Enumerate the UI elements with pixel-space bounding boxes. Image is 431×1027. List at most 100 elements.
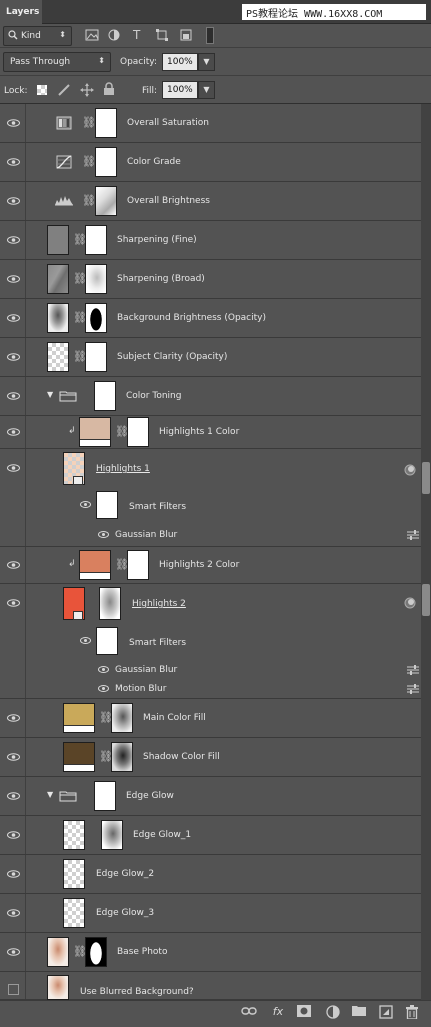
blending-options-icon[interactable] (407, 684, 419, 694)
layer-row[interactable]: Edge Glow_1 (0, 816, 421, 855)
link-chain-icon[interactable]: ⛓ (73, 272, 87, 286)
lock-move-icon[interactable] (80, 83, 94, 97)
layer-row[interactable]: Edge Glow_3 (0, 894, 421, 933)
layer-mask-thumbnail[interactable] (95, 108, 117, 138)
shape-filter-icon[interactable] (156, 29, 170, 43)
layers-tab[interactable]: Layers (0, 0, 42, 24)
group-row[interactable]: ▼ Color Toning (0, 377, 421, 416)
layer-mask-thumbnail[interactable] (85, 264, 107, 294)
layer-mask-thumbnail[interactable] (95, 186, 117, 216)
fill-color-thumbnail[interactable] (63, 742, 95, 772)
blend-mode-select[interactable]: Pass Through ⬍ (3, 52, 111, 72)
fill-dropdown-button[interactable]: ▼ (198, 81, 215, 99)
visibility-toggle[interactable] (0, 299, 26, 337)
type-filter-icon[interactable]: T (133, 28, 147, 42)
layer-row[interactable]: ⛓ Sharpening (Broad) (0, 260, 421, 299)
filter-mask-thumbnail[interactable] (96, 491, 118, 519)
layer-row[interactable]: ⛓ Base Photo (0, 933, 421, 972)
smart-filters-row[interactable]: Smart Filters (27, 624, 421, 656)
layer-row[interactable]: ⛓ Color Grade (0, 143, 421, 182)
filter-row-gaussian-blur[interactable]: Gaussian Blur (27, 660, 421, 679)
visibility-toggle[interactable] (0, 894, 26, 932)
layer-thumbnail[interactable] (47, 303, 69, 333)
smart-object-filter-icon[interactable] (180, 29, 194, 43)
blending-options-icon[interactable] (407, 530, 419, 540)
smart-object-row[interactable]: Highlights 2 Smart Filters Gaussian Blur… (0, 584, 421, 699)
layer-row[interactable]: ↲ ⛓ Highlights 2 Color (0, 547, 421, 584)
link-chain-icon[interactable]: ⛓ (82, 116, 96, 130)
link-chain-icon[interactable]: ⛓ (99, 711, 113, 725)
fill-color-thumbnail[interactable] (63, 703, 95, 733)
layer-row[interactable]: ↲ ⛓ Highlights 1 Color (0, 416, 421, 449)
layer-row[interactable]: ⛓ Background Brightness (Opacity) (0, 299, 421, 338)
link-layers-icon[interactable] (241, 1005, 257, 1021)
fill-field[interactable]: 100% (162, 81, 198, 99)
visibility-toggle[interactable] (0, 547, 26, 583)
layer-mask-thumbnail[interactable] (127, 550, 149, 580)
filter-mask-thumbnail[interactable] (99, 587, 121, 620)
opacity-dropdown-button[interactable]: ▼ (198, 53, 215, 71)
layer-mask-thumbnail[interactable] (111, 703, 133, 733)
new-adjustment-icon[interactable] (325, 1005, 341, 1021)
eye-icon[interactable] (98, 685, 109, 692)
visibility-toggle[interactable] (0, 777, 26, 815)
layer-thumbnail[interactable] (63, 820, 85, 850)
layer-thumbnail[interactable] (47, 342, 69, 372)
filter-row-gaussian-blur[interactable]: Gaussian Blur (27, 525, 421, 545)
expand-triangle-icon[interactable]: ▼ (47, 390, 55, 399)
filter-mask-thumbnail[interactable] (96, 627, 118, 655)
link-chain-icon[interactable]: ⛓ (99, 750, 113, 764)
visibility-toggle[interactable] (0, 260, 26, 298)
layers-scrollbar[interactable] (421, 104, 431, 1002)
visibility-toggle[interactable] (0, 416, 26, 448)
blending-options-icon[interactable] (407, 665, 419, 675)
eye-icon[interactable] (98, 531, 109, 538)
eye-icon[interactable] (80, 501, 91, 508)
visibility-toggle[interactable] (0, 933, 26, 971)
layer-row[interactable]: Edge Glow_2 (0, 855, 421, 894)
layer-mask-thumbnail[interactable] (94, 781, 116, 811)
layer-mask-thumbnail[interactable] (85, 937, 107, 967)
scroll-thumb-upper[interactable] (422, 462, 430, 494)
link-chain-icon[interactable]: ⛓ (73, 311, 87, 325)
visibility-toggle[interactable] (0, 182, 26, 220)
visibility-toggle[interactable] (0, 816, 26, 854)
layer-thumbnail[interactable] (63, 898, 85, 928)
visibility-toggle[interactable] (0, 377, 26, 415)
visibility-toggle[interactable] (0, 143, 26, 181)
lock-brush-icon[interactable] (57, 83, 71, 97)
layer-thumbnail[interactable] (47, 264, 69, 294)
lock-transparent-icon[interactable] (37, 85, 47, 95)
visibility-toggle[interactable] (0, 449, 26, 546)
layer-thumbnail[interactable] (63, 859, 85, 889)
link-chain-icon[interactable]: ⛓ (73, 350, 87, 364)
layer-mask-thumbnail[interactable] (111, 742, 133, 772)
visibility-toggle[interactable] (0, 104, 26, 142)
filter-kind-select[interactable]: Kind ⬍ (3, 26, 72, 46)
layer-row[interactable]: ⛓ Subject Clarity (Opacity) (0, 338, 421, 377)
link-chain-icon[interactable]: ⛓ (82, 155, 96, 169)
adjustment-filter-icon[interactable] (108, 29, 122, 43)
layer-mask-thumbnail[interactable] (85, 342, 107, 372)
scroll-thumb-lower[interactable] (422, 584, 430, 616)
smart-filter-options-icon[interactable] (404, 597, 416, 609)
visibility-toggle[interactable] (0, 584, 26, 698)
link-chain-icon[interactable]: ⛓ (73, 233, 87, 247)
visibility-toggle[interactable] (0, 855, 26, 893)
layer-row[interactable]: ⛓ Sharpening (Fine) (0, 221, 421, 260)
filter-toggle-switch[interactable] (206, 27, 214, 44)
layer-mask-thumbnail[interactable] (101, 820, 123, 850)
link-chain-icon[interactable]: ⛓ (82, 194, 96, 208)
smart-filters-row[interactable]: Smart Filters (27, 489, 421, 519)
layer-thumbnail[interactable] (47, 937, 69, 967)
link-chain-icon[interactable]: ⛓ (115, 558, 129, 572)
layer-row[interactable]: ⛓ Overall Brightness (0, 182, 421, 221)
visibility-toggle[interactable] (0, 221, 26, 259)
filter-row-motion-blur[interactable]: Motion Blur (27, 679, 421, 698)
layer-mask-thumbnail[interactable] (85, 225, 107, 255)
smart-filter-options-icon[interactable] (404, 464, 416, 476)
new-group-icon[interactable] (351, 1005, 367, 1021)
image-filter-icon[interactable] (85, 29, 99, 43)
visibility-toggle[interactable] (0, 738, 26, 776)
expand-triangle-icon[interactable]: ▼ (47, 790, 55, 799)
